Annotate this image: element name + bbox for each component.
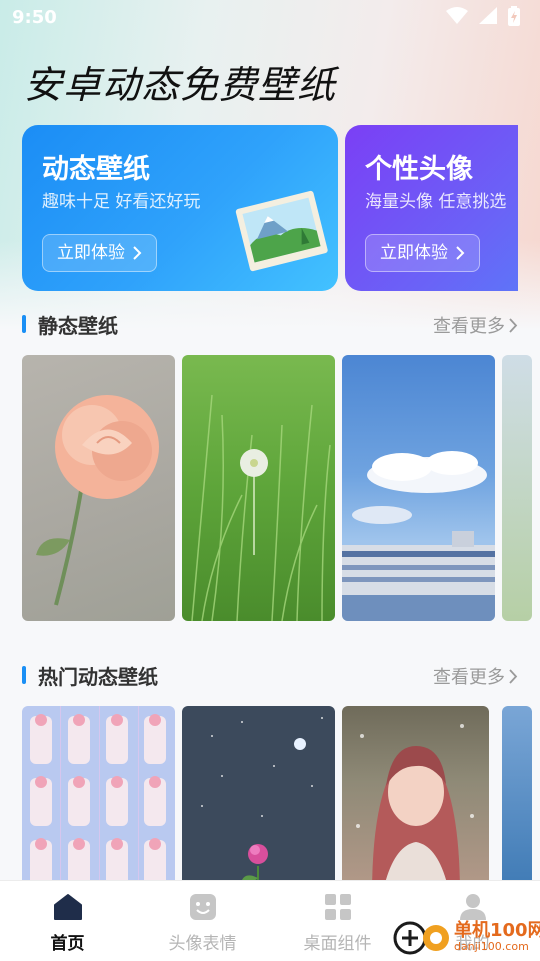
banner-avatar[interactable]: 个性头像 海量头像 任意挑选 立即体验 (345, 125, 518, 291)
banner-title: 个性头像 (365, 154, 473, 185)
tab-desktop-widgets[interactable]: 桌面组件 (270, 881, 405, 961)
live-thumb-night-flower[interactable] (182, 706, 335, 880)
hot-live-wallpaper-row[interactable] (22, 706, 540, 880)
banner-subtitle: 趣味十足 好看还好玩 (42, 192, 201, 212)
try-now-label: 立即体验 (57, 243, 125, 263)
watermark-logo-icon (393, 921, 449, 955)
tab-label: 桌面组件 (303, 934, 372, 954)
tab-label: 头像表情 (168, 934, 237, 954)
banner-title: 动态壁纸 (42, 154, 150, 185)
view-more-label: 查看更多 (433, 667, 505, 688)
girl-pattern-image (30, 714, 166, 880)
face-icon (189, 894, 216, 920)
chevron-right-icon (456, 246, 465, 260)
battery-icon (508, 6, 520, 26)
static-wallpaper-row[interactable] (22, 355, 540, 621)
night-flower-image (201, 717, 323, 880)
home-icon (53, 894, 82, 920)
tab-home[interactable]: 首页 (0, 881, 135, 961)
app-title: 安卓动态免费壁纸 (24, 63, 337, 107)
banner-live-wallpaper[interactable]: 动态壁纸 趣味十足 好看还好玩 立即体验 (22, 125, 338, 291)
grid-icon (324, 894, 351, 920)
wallpaper-thumb-sky[interactable] (342, 355, 495, 621)
chevron-right-icon (509, 668, 518, 684)
watermark-url: danji100.com (454, 940, 529, 953)
view-more-link[interactable]: 查看更多 (433, 663, 518, 689)
live-thumb-portrait[interactable] (342, 706, 489, 880)
static-wallpaper-header: 静态壁纸 查看更多 (22, 310, 518, 340)
rose-image (36, 395, 159, 606)
status-bar: 9:50 (0, 0, 540, 36)
grass-image (191, 394, 331, 621)
view-more-link[interactable]: 查看更多 (433, 312, 518, 338)
sky-building-image (342, 451, 495, 621)
live-thumb-partial[interactable] (502, 706, 532, 880)
status-time: 9:50 (12, 7, 57, 28)
tab-avatar-emoji[interactable]: 头像表情 (135, 881, 270, 961)
try-now-button[interactable]: 立即体验 (42, 234, 157, 272)
watermark: 单机100网 danji100.com (392, 912, 540, 956)
wallpaper-thumb-rose[interactable] (22, 355, 175, 621)
try-now-button[interactable]: 立即体验 (365, 234, 480, 272)
chevron-right-icon (509, 317, 518, 333)
banner-carousel[interactable]: 动态壁纸 趣味十足 好看还好玩 立即体验 个性头像 海量头像 任意挑选 立即体验 (22, 125, 518, 293)
live-thumb-pattern[interactable] (22, 706, 175, 880)
wifi-icon (446, 7, 468, 24)
signal-icon (479, 7, 497, 24)
wallpaper-thumb-grass[interactable] (182, 355, 335, 621)
section-accent-bar (22, 666, 26, 684)
hot-live-wallpaper-header: 热门动态壁纸 查看更多 (22, 661, 518, 691)
tab-label: 首页 (50, 934, 85, 954)
picture-icon (235, 190, 328, 272)
view-more-label: 查看更多 (433, 316, 505, 337)
section-title: 热门动态壁纸 (38, 665, 158, 689)
section-accent-bar (22, 315, 26, 333)
try-now-label: 立即体验 (380, 243, 448, 263)
section-title: 静态壁纸 (38, 314, 118, 338)
portrait-image (356, 724, 474, 880)
chevron-right-icon (133, 246, 142, 260)
watermark-text: 单机100网 (454, 920, 540, 941)
wallpaper-thumb-partial[interactable] (502, 355, 532, 621)
banner-subtitle: 海量头像 任意挑选 (365, 192, 507, 212)
